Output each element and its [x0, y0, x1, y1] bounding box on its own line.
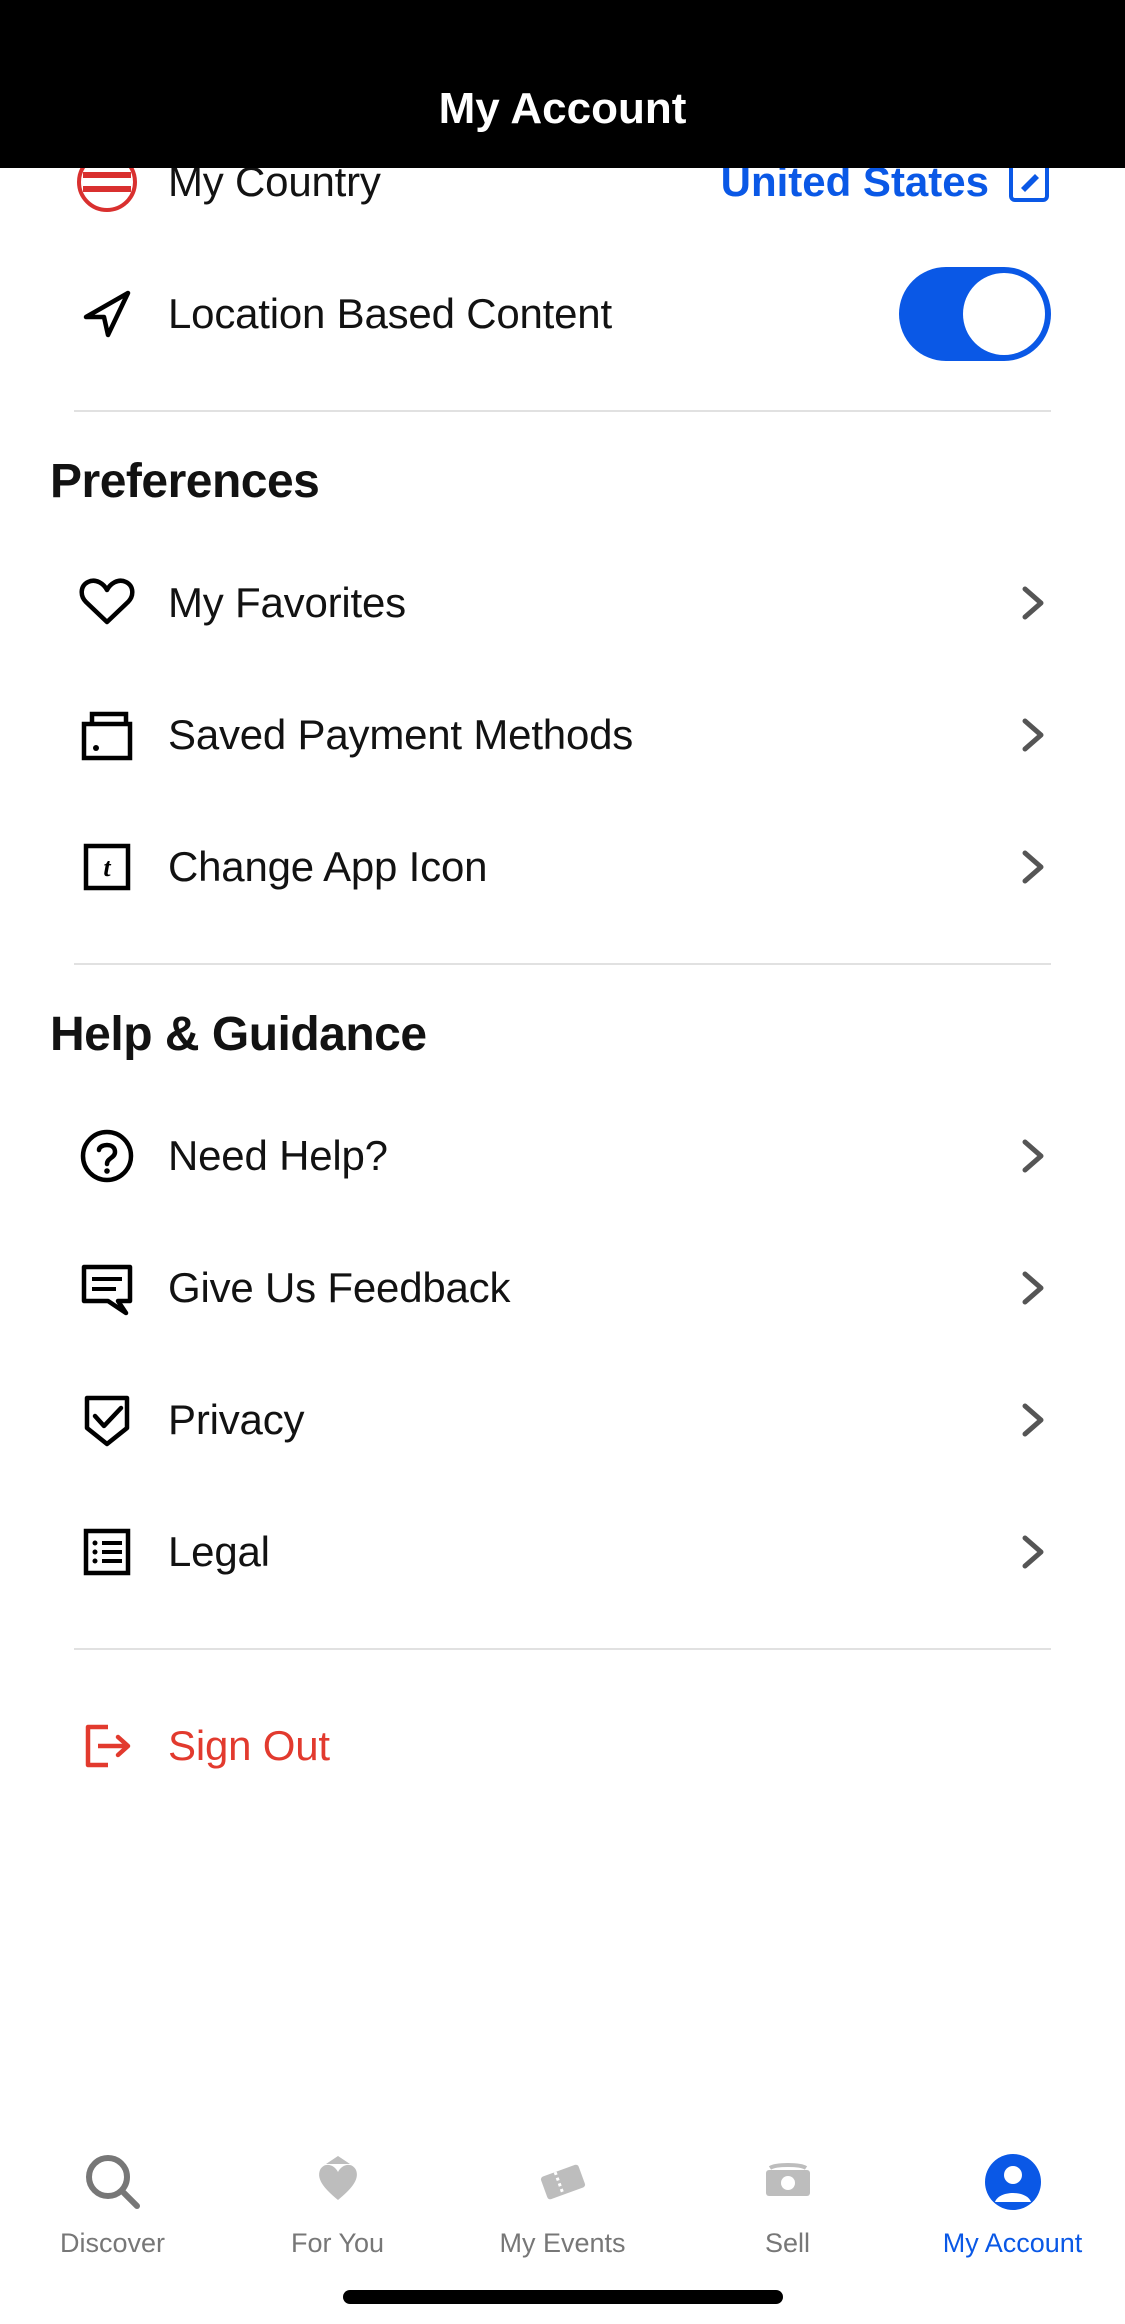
tab-my-account-label: My Account	[943, 2228, 1083, 2259]
change-app-icon-row[interactable]: t Change App Icon	[0, 801, 1125, 933]
question-circle-icon	[74, 1123, 140, 1189]
sign-out-row[interactable]: Sign Out	[0, 1680, 1125, 1812]
help-heading: Help & Guidance	[0, 965, 1125, 1090]
my-favorites-row[interactable]: My Favorites	[0, 537, 1125, 669]
tab-for-you[interactable]: For You	[225, 2146, 450, 2259]
home-indicator[interactable]	[343, 2290, 783, 2304]
location-arrow-icon	[74, 281, 140, 347]
sign-out-label: Sign Out	[168, 1722, 1051, 1770]
chevron-right-icon	[1015, 1270, 1051, 1306]
header-bar: My Account	[0, 0, 1125, 168]
sign-out-icon	[74, 1713, 140, 1779]
need-help-row[interactable]: Need Help?	[0, 1090, 1125, 1222]
tab-my-events-label: My Events	[499, 2228, 625, 2259]
chevron-right-icon	[1015, 1402, 1051, 1438]
my-country-row[interactable]: My Country United States	[0, 168, 1125, 248]
edit-icon	[1007, 168, 1051, 204]
flag-icon	[74, 168, 140, 215]
my-country-label: My Country	[168, 168, 721, 206]
feedback-row[interactable]: Give Us Feedback	[0, 1222, 1125, 1354]
chevron-right-icon	[1015, 849, 1051, 885]
app-icon-icon: t	[74, 834, 140, 900]
change-app-icon-label: Change App Icon	[168, 843, 1015, 891]
heart-icon	[74, 570, 140, 636]
shield-check-icon	[74, 1387, 140, 1453]
tab-my-account[interactable]: My Account	[900, 2146, 1125, 2259]
account-icon	[977, 2146, 1049, 2218]
location-content-row: Location Based Content	[0, 248, 1125, 380]
tab-my-events[interactable]: My Events	[450, 2146, 675, 2259]
privacy-label: Privacy	[168, 1396, 1015, 1444]
wallet-icon	[74, 702, 140, 768]
toggle-knob	[963, 273, 1045, 355]
legal-row[interactable]: Legal	[0, 1486, 1125, 1618]
tab-discover-label: Discover	[60, 2228, 165, 2259]
tab-discover[interactable]: Discover	[0, 2146, 225, 2259]
chevron-right-icon	[1015, 585, 1051, 621]
tab-sell-label: Sell	[765, 2228, 810, 2259]
need-help-label: Need Help?	[168, 1132, 1015, 1180]
tab-sell[interactable]: Sell	[675, 2146, 900, 2259]
chevron-right-icon	[1015, 1534, 1051, 1570]
feedback-icon	[74, 1255, 140, 1321]
heart-hands-icon	[302, 2146, 374, 2218]
svg-text:t: t	[103, 853, 111, 882]
document-list-icon	[74, 1519, 140, 1585]
payment-methods-row[interactable]: Saved Payment Methods	[0, 669, 1125, 801]
chevron-right-icon	[1015, 1138, 1051, 1174]
payment-methods-label: Saved Payment Methods	[168, 711, 1015, 759]
cash-icon	[752, 2146, 824, 2218]
chevron-right-icon	[1015, 717, 1051, 753]
legal-label: Legal	[168, 1528, 1015, 1576]
my-country-value: United States	[721, 168, 989, 206]
page-title: My Account	[439, 84, 687, 134]
location-content-label: Location Based Content	[168, 290, 899, 338]
search-icon	[77, 2146, 149, 2218]
tab-for-you-label: For You	[291, 2228, 384, 2259]
tickets-icon	[527, 2146, 599, 2218]
preferences-heading: Preferences	[0, 412, 1125, 537]
content-scroll[interactable]: My Country United States Location Based …	[0, 168, 1125, 2128]
my-favorites-label: My Favorites	[168, 579, 1015, 627]
location-toggle[interactable]	[899, 267, 1051, 361]
feedback-label: Give Us Feedback	[168, 1264, 1015, 1312]
privacy-row[interactable]: Privacy	[0, 1354, 1125, 1486]
